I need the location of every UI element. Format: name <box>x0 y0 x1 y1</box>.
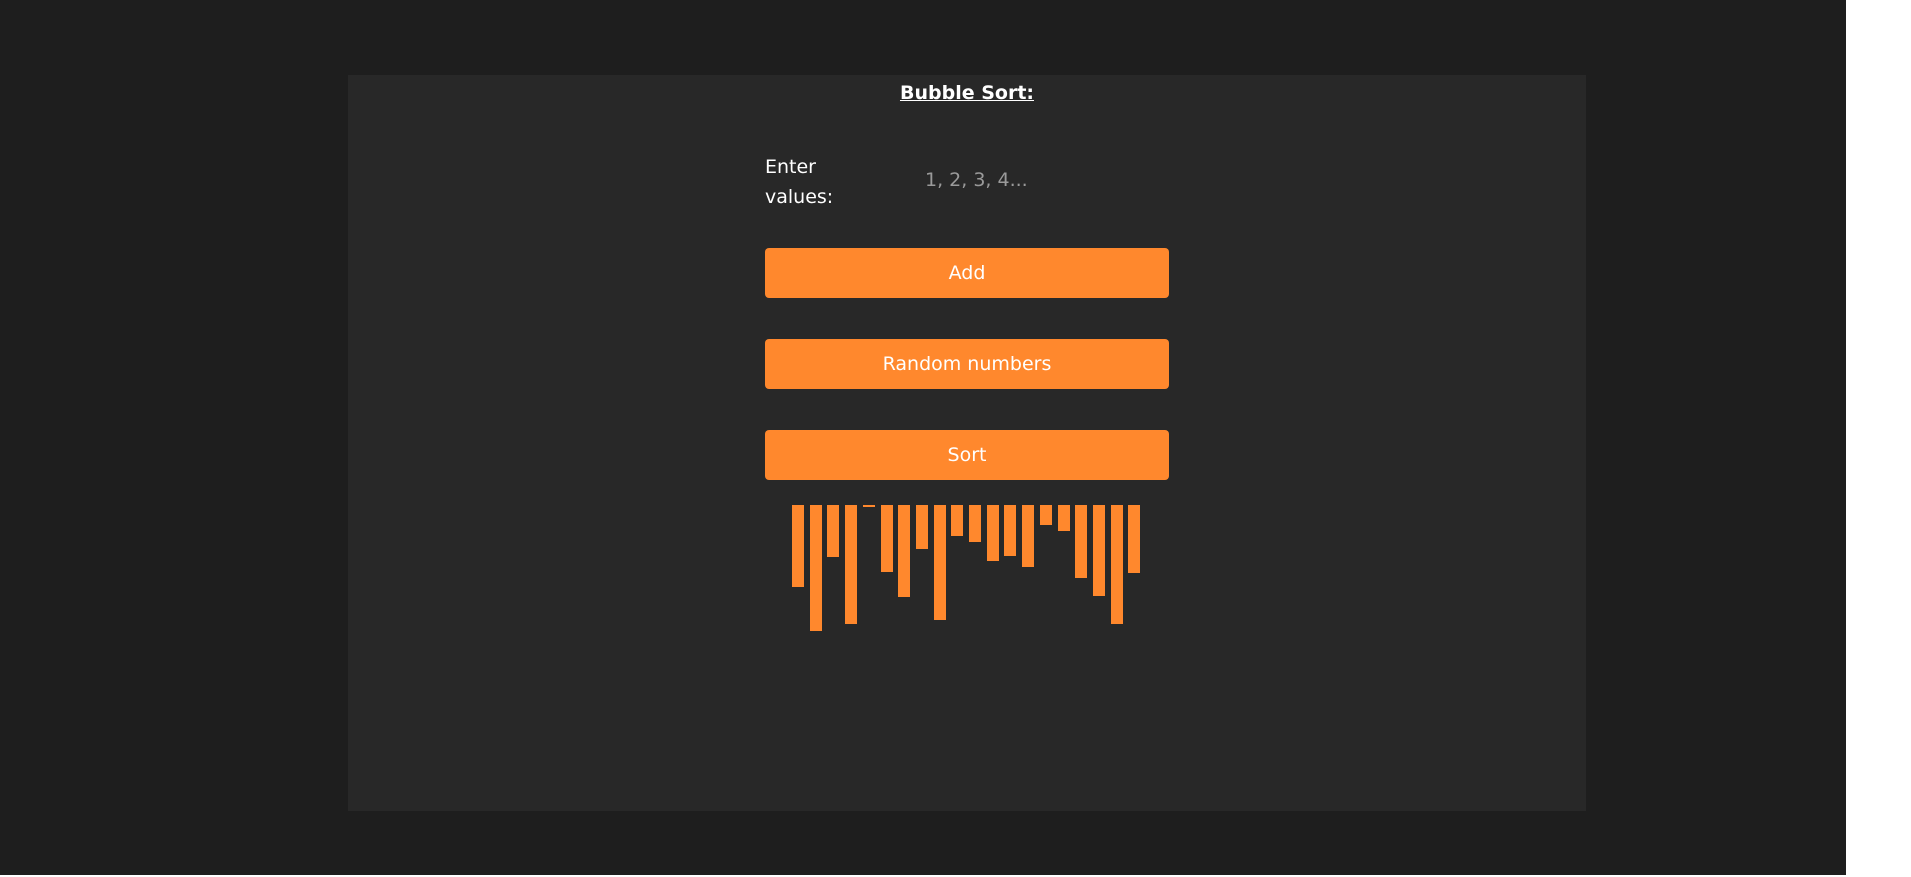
bar-10 <box>951 505 964 536</box>
bar-visualization <box>792 505 1142 645</box>
bar-6 <box>880 505 893 572</box>
bar-13 <box>1004 505 1017 556</box>
random-numbers-button[interactable]: Random numbers <box>765 339 1169 389</box>
bar-9 <box>933 505 946 620</box>
bar-3 <box>827 505 840 557</box>
sort-button[interactable]: Sort <box>765 430 1169 480</box>
bar-7 <box>898 505 911 597</box>
bar-4 <box>845 505 858 624</box>
page-title: Bubble Sort: <box>899 82 1034 104</box>
bar-2 <box>809 505 822 631</box>
bar-14 <box>1022 505 1035 567</box>
bar-19 <box>1110 505 1123 624</box>
bar-8 <box>915 505 928 549</box>
bar-16 <box>1057 505 1070 531</box>
app-background: Bubble Sort: Enter values: Add Random nu… <box>0 0 1846 875</box>
main-panel: Bubble Sort: Enter values: Add Random nu… <box>348 75 1586 811</box>
bar-15 <box>1039 505 1052 525</box>
values-label: Enter values: <box>765 156 834 208</box>
bar-1 <box>792 505 804 587</box>
bar-17 <box>1075 505 1088 578</box>
bar-11 <box>969 505 981 542</box>
bar-20 <box>1128 505 1141 573</box>
bar-12 <box>986 505 999 561</box>
add-button[interactable]: Add <box>765 248 1169 298</box>
bar-18 <box>1092 505 1105 596</box>
values-input[interactable] <box>925 163 1155 197</box>
bar-5 <box>862 505 875 507</box>
